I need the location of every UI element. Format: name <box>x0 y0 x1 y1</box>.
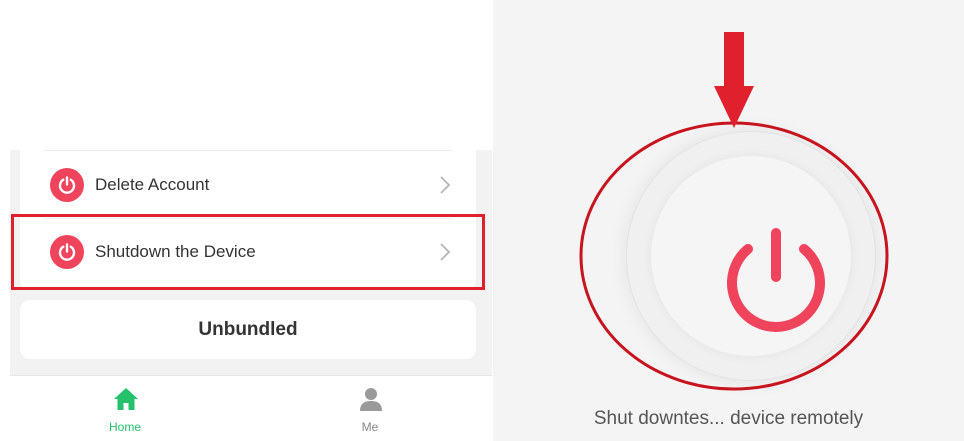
tab-label: Me <box>361 420 379 434</box>
power-icon <box>727 228 825 332</box>
power-button[interactable] <box>626 131 876 381</box>
tab-me[interactable]: Me <box>310 376 430 441</box>
settings-panel: Delete Account Shutdown the Device Unbun… <box>10 150 492 441</box>
power-caption: Shut downtes... device remotely <box>593 408 864 429</box>
power-screen: Shut downtes... device remotely <box>493 0 964 441</box>
power-icon <box>50 235 84 269</box>
home-icon <box>114 388 138 410</box>
chevron-right-icon <box>440 176 451 194</box>
shutdown-device-item[interactable]: Shutdown the Device <box>20 219 476 285</box>
arrow-head <box>714 86 754 128</box>
tab-bar: Home Me <box>10 375 492 441</box>
unbundled-button[interactable]: Unbundled <box>20 300 476 359</box>
arrow-annotation <box>724 32 744 90</box>
menu-item-label: Shutdown the Device <box>95 242 256 261</box>
screenshot-canvas: Delete Account Shutdown the Device Unbun… <box>0 0 964 441</box>
tab-home[interactable]: Home <box>65 376 185 441</box>
power-button-inner <box>651 156 851 356</box>
menu-card: Delete Account Shutdown the Device <box>20 150 476 290</box>
power-icon <box>50 168 84 202</box>
delete-account-item[interactable]: Delete Account <box>20 152 476 218</box>
tab-label: Home <box>108 420 141 434</box>
menu-item-label: Delete Account <box>95 175 210 194</box>
divider <box>44 150 452 151</box>
person-icon <box>360 388 382 411</box>
chevron-right-icon <box>440 243 451 261</box>
